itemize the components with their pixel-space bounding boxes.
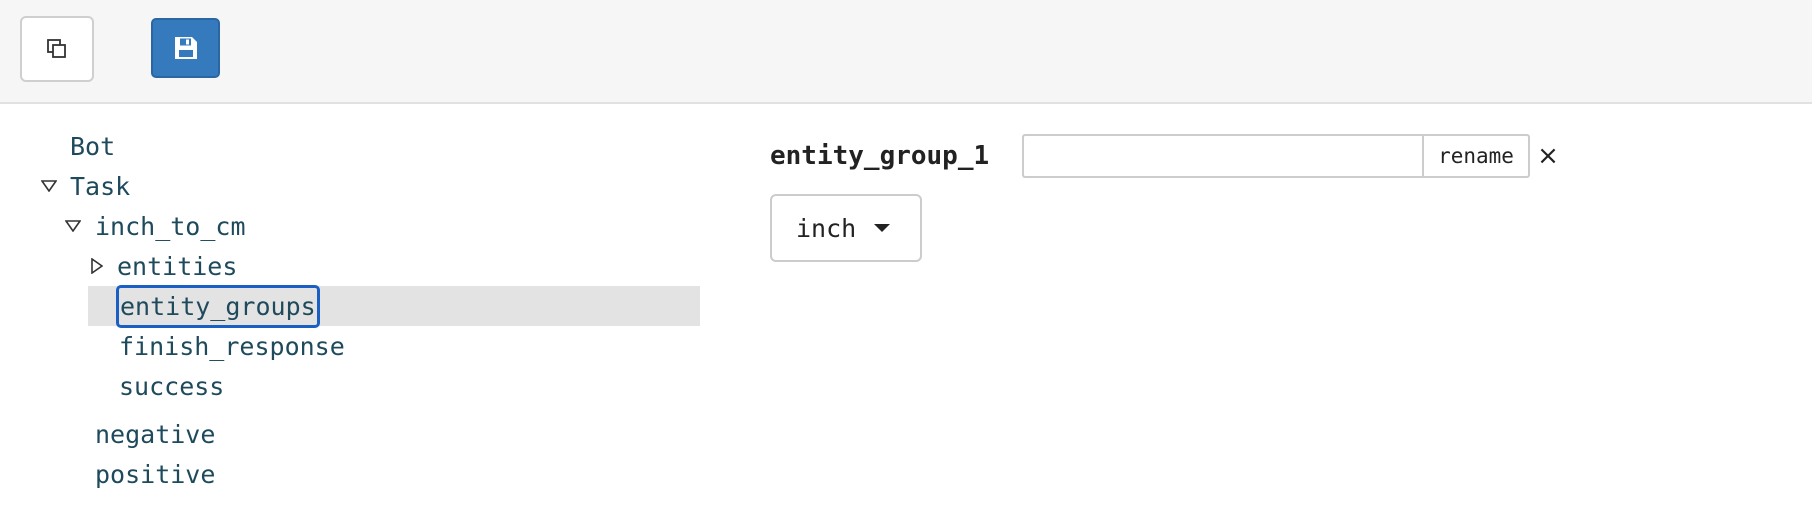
entity-group-title: entity_group_1 bbox=[770, 141, 990, 171]
tree-item-label: success bbox=[119, 371, 225, 401]
rename-input[interactable] bbox=[1022, 134, 1422, 178]
caret-down-icon bbox=[874, 224, 891, 232]
toolbar bbox=[0, 0, 1812, 104]
unit-dropdown[interactable]: inch bbox=[770, 194, 922, 262]
rename-button[interactable]: rename bbox=[1422, 134, 1530, 178]
tree-item-label: finish_response bbox=[119, 331, 345, 361]
tree-item-positive[interactable]: positive bbox=[95, 454, 215, 494]
rename-input-group: rename bbox=[1022, 134, 1530, 178]
tree-item-label: positive bbox=[95, 459, 216, 489]
tree-item-entity-groups[interactable]: entity_groups bbox=[116, 285, 320, 328]
close-icon[interactable]: × bbox=[1534, 138, 1562, 174]
copy-icon bbox=[47, 39, 66, 58]
task-tree: Bot Task inch_to_cm entities entity_grou… bbox=[0, 104, 720, 506]
tree-item-label: entities bbox=[117, 251, 238, 281]
tree-item-inch-to-cm[interactable]: inch_to_cm bbox=[95, 206, 246, 246]
tree-item-label: Task bbox=[70, 171, 131, 201]
entity-group-detail-panel: entity_group_1 rename × inch bbox=[740, 104, 1812, 506]
tree-item-bot[interactable]: Bot bbox=[70, 126, 115, 166]
tree-item-negative[interactable]: negative bbox=[95, 414, 215, 454]
save-button[interactable] bbox=[151, 18, 220, 78]
expand-triangle-icon[interactable] bbox=[87, 246, 107, 286]
tree-item-finish-response[interactable]: finish_response bbox=[119, 326, 345, 366]
collapse-triangle-icon[interactable] bbox=[63, 206, 83, 246]
tree-item-success[interactable]: success bbox=[119, 366, 224, 406]
tree-item-entities[interactable]: entities bbox=[117, 246, 237, 286]
tree-item-task[interactable]: Task bbox=[70, 166, 130, 206]
tree-item-label: entity_groups bbox=[120, 292, 316, 321]
tree-item-label: negative bbox=[95, 419, 216, 449]
floppy-disk-icon bbox=[174, 37, 197, 59]
duplicate-button[interactable] bbox=[20, 16, 94, 82]
dropdown-selected-value: inch bbox=[796, 213, 857, 243]
tree-item-label: inch_to_cm bbox=[95, 211, 246, 241]
tree-item-label: Bot bbox=[70, 131, 116, 161]
collapse-triangle-icon[interactable] bbox=[39, 166, 59, 206]
